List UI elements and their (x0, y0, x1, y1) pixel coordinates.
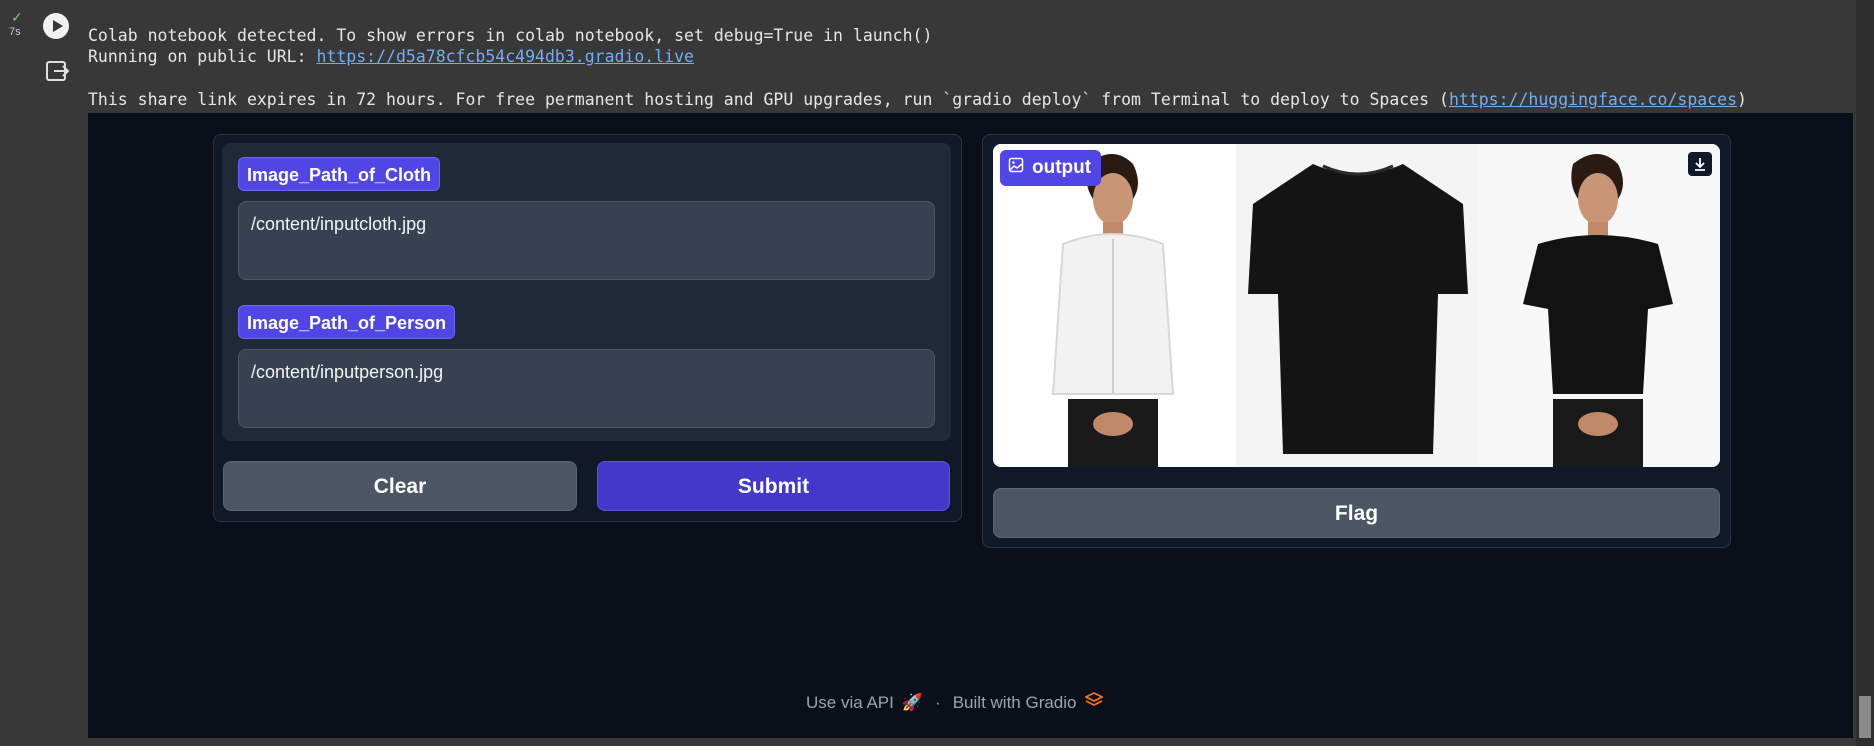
output-image (993, 144, 1720, 467)
log-share-expiry-text: This share link expires in 72 hours. For… (88, 90, 1449, 109)
output-label-text: output (1032, 157, 1092, 178)
log-public-url-prefix: Running on public URL: (88, 47, 317, 66)
cloth-path-label: Image_Path_of_Cloth (238, 157, 441, 191)
log-share-expiry-suffix: ) (1737, 90, 1747, 109)
clear-button[interactable]: Clear (223, 461, 577, 511)
output-actions-icon[interactable] (44, 58, 70, 84)
image-icon (1008, 150, 1024, 186)
cloth-path-input[interactable]: /content/inputcloth.jpg (238, 201, 935, 280)
execution-time: 7s (9, 26, 21, 38)
built-with-gradio-link[interactable]: Built with Gradio (953, 693, 1077, 713)
scrollbar-thumb[interactable] (1859, 696, 1871, 738)
rocket-icon: 🚀 (901, 692, 924, 712)
log-colab-detected: Colab notebook detected. To show errors … (88, 26, 933, 45)
gradio-logo-icon (1083, 691, 1104, 713)
run-cell-button[interactable] (43, 13, 69, 39)
scrollbar-track[interactable] (1856, 0, 1874, 746)
cell-gutter: ✓ 7s (0, 0, 88, 746)
log-share-expiry: This share link expires in 72 hours. For… (88, 90, 1747, 109)
download-button[interactable] (1688, 152, 1712, 176)
person-path-input[interactable]: /content/inputperson.jpg (238, 349, 935, 428)
person-path-label: Image_Path_of_Person (238, 305, 456, 339)
gradio-footer: Use via API 🚀 · Built with Gradio (806, 691, 1104, 713)
flag-button[interactable]: Flag (993, 488, 1720, 538)
footer-separator: · (935, 692, 941, 712)
output-label: output (1000, 150, 1102, 186)
public-url-link[interactable]: https://d5a78cfcb54c494db3.gradio.live (316, 47, 694, 66)
success-check-icon: ✓ (11, 9, 23, 25)
log-public-url: Running on public URL: https://d5a78cfcb… (88, 47, 694, 66)
huggingface-spaces-link[interactable]: https://huggingface.co/spaces (1449, 90, 1737, 109)
use-via-api-link[interactable]: Use via API (806, 693, 894, 713)
download-icon (1695, 158, 1705, 171)
submit-button[interactable]: Submit (597, 461, 950, 511)
